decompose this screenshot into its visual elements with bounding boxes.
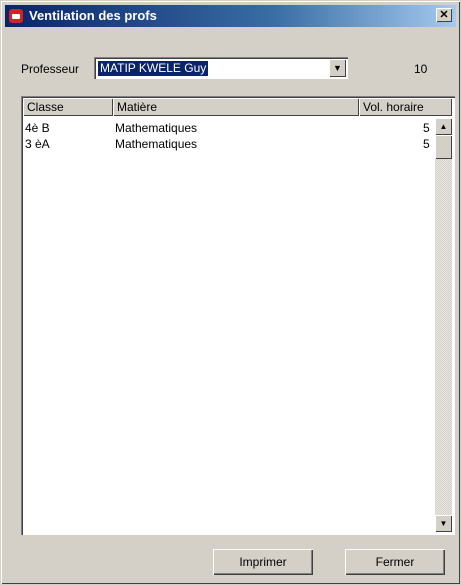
cell-volume: 5 [423,121,430,135]
class-subject-table[interactable]: Classe Matière Vol. horaire 4è B Mathema… [21,96,455,535]
dialog-window: Ventilation des profs ✕ Professeur MATIP… [0,0,461,585]
window-app-icon [9,9,23,23]
vertical-scrollbar[interactable] [435,118,452,532]
close-button[interactable]: Fermer [345,549,445,575]
print-button[interactable]: Imprimer [213,549,313,575]
scroll-up-icon[interactable]: ▲ [435,118,452,135]
close-icon[interactable]: ✕ [436,8,452,22]
scrollbar-thumb[interactable] [435,135,452,159]
chevron-down-icon[interactable]: ▼ [329,59,346,77]
professeur-selected-value[interactable]: MATIP KWELE Guy [98,61,209,76]
cell-classe: 4è B [25,121,50,135]
column-header-matiere[interactable]: Matière [113,98,359,116]
professeur-label: Professeur [21,62,80,76]
column-header-classe[interactable]: Classe [23,98,113,116]
table-row[interactable]: 4è B Mathematiques 5 [23,120,433,136]
column-header-vol-horaire[interactable]: Vol. horaire [359,98,452,116]
cell-volume: 5 [423,137,430,151]
cell-classe: 3 èA [25,137,50,151]
window-title: Ventilation des profs [29,8,157,23]
cell-matiere: Mathematiques [115,121,198,135]
scroll-down-icon[interactable]: ▼ [435,515,452,532]
title-bar[interactable]: Ventilation des profs ✕ [5,5,456,27]
table-row[interactable]: 3 èA Mathematiques 5 [23,136,433,152]
professeur-select[interactable]: MATIP KWELE Guy ▼ [94,57,348,79]
professor-count: 10 [414,62,428,76]
cell-matiere: Mathematiques [115,137,198,151]
